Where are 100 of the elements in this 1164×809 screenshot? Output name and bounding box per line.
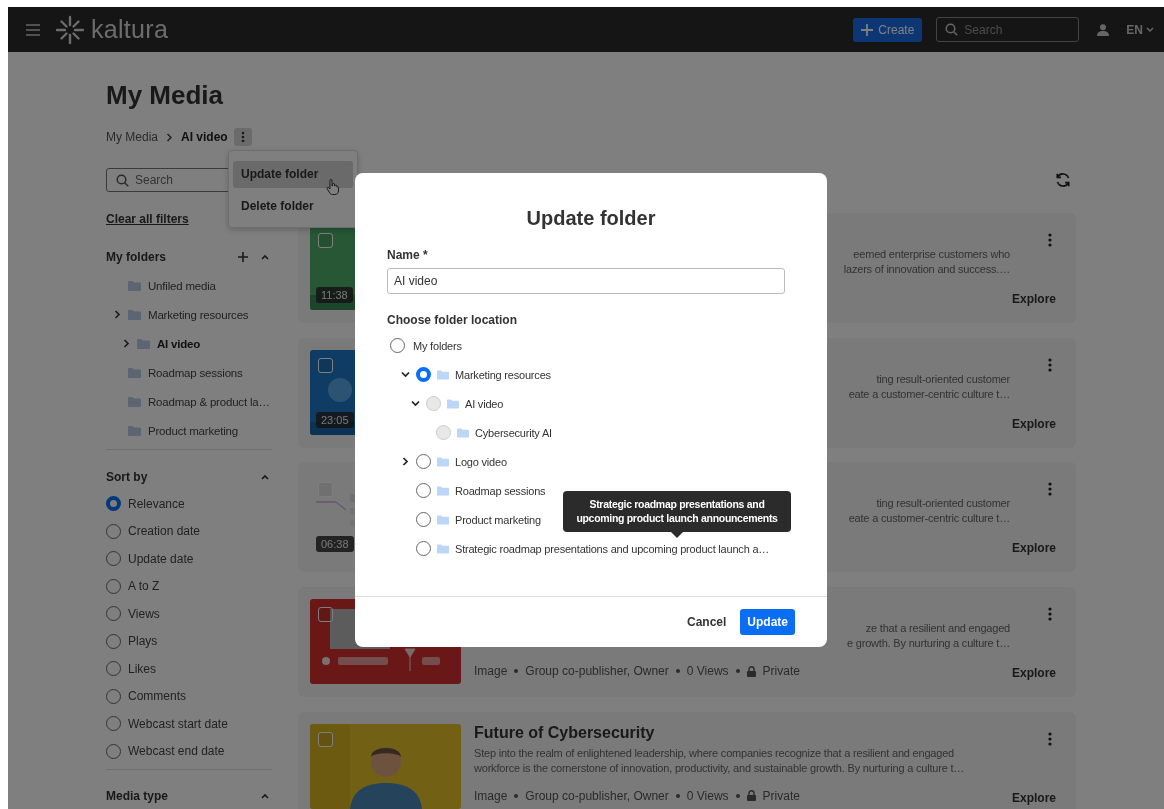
- media-type: Image: [474, 664, 508, 679]
- folder-option-label[interactable]: Product marketing: [455, 513, 541, 526]
- kebab-menu-icon[interactable]: [1048, 482, 1052, 497]
- collapse-icon[interactable]: [261, 793, 269, 799]
- radio-button[interactable]: [390, 338, 405, 353]
- folder-item[interactable]: Roadmap sessions: [106, 358, 272, 387]
- media-description: Step into the realm of enlightened leadership, where companies recognize that a resilient and engaged workforce is the cornerstone of innovation, productivity, and sustainable growth. By nurturing a culture t…: [474, 745, 965, 776]
- views-count: 0 Views: [686, 664, 729, 679]
- chevron-icon[interactable]: [400, 371, 410, 378]
- kebab-menu-icon[interactable]: [1048, 731, 1052, 746]
- update-button[interactable]: Update: [740, 609, 795, 635]
- duration-badge: 11:38: [316, 287, 353, 303]
- radio-button[interactable]: [416, 483, 431, 498]
- collapse-icon[interactable]: [261, 254, 269, 260]
- refresh-icon[interactable]: [1055, 172, 1071, 188]
- section-title: Media type: [106, 789, 168, 803]
- dot-separator: [514, 793, 519, 798]
- radio-button[interactable]: [106, 578, 121, 594]
- search-icon: [945, 23, 959, 36]
- folder-item[interactable]: Roadmap & product la…: [106, 387, 272, 416]
- folder-icon: [437, 369, 449, 380]
- folder-icon: [128, 280, 141, 291]
- folder-icon: [137, 338, 150, 349]
- add-icon[interactable]: [238, 252, 248, 262]
- radio-button[interactable]: [106, 606, 121, 622]
- language-button[interactable]: EN: [1126, 22, 1154, 37]
- chevron-icon: [166, 132, 173, 142]
- radio-button[interactable]: [106, 661, 121, 677]
- sort-option-label: Comments: [128, 689, 186, 704]
- media-roles: Group co-publisher, Owner: [525, 664, 669, 679]
- explore-link[interactable]: Explore: [1012, 666, 1056, 681]
- radio-button[interactable]: [416, 367, 431, 382]
- dot-separator: [735, 793, 740, 798]
- caret-icon: [1146, 26, 1154, 33]
- sort-option-label: Plays: [128, 634, 158, 649]
- menu-item[interactable]: Update folder: [233, 161, 353, 188]
- media-type: Image: [474, 788, 508, 803]
- dot-separator: [735, 669, 740, 674]
- radio-button[interactable]: [106, 633, 121, 649]
- folder-icon: [447, 398, 459, 409]
- kebab-menu-icon[interactable]: [1048, 233, 1052, 247]
- cancel-button[interactable]: Cancel: [684, 615, 729, 629]
- radio-button[interactable]: [416, 454, 431, 469]
- radio-button[interactable]: [416, 541, 431, 556]
- explore-link[interactable]: Explore: [1012, 292, 1056, 306]
- user-icon[interactable]: [1097, 23, 1110, 36]
- menu-item[interactable]: Delete folder: [233, 193, 353, 220]
- dot-separator: [514, 669, 519, 674]
- folder-option-label[interactable]: My folders: [413, 339, 462, 352]
- field-label: Choose folder location: [387, 312, 518, 328]
- collapse-icon[interactable]: [261, 474, 269, 480]
- folder-icon: [437, 485, 449, 496]
- folder-item[interactable]: Marketing resources: [106, 300, 272, 329]
- folder-option-label[interactable]: Roadmap sessions: [455, 484, 546, 497]
- sort-option-label: Creation date: [128, 524, 201, 539]
- folder-option-label[interactable]: Marketing resources: [455, 368, 551, 381]
- folder-icon: [437, 514, 449, 525]
- explore-link[interactable]: Explore: [1012, 416, 1056, 431]
- folder-item[interactable]: AI video: [106, 329, 272, 358]
- name-input[interactable]: AI video: [387, 268, 785, 294]
- radio-button[interactable]: [106, 743, 121, 759]
- breadcrumb-current: AI video: [181, 130, 228, 144]
- media-description: ze that a resilient and engaged e growth. By nurturing a culture t…: [847, 621, 1010, 652]
- sort-option-label: Update date: [128, 551, 194, 566]
- sort-option-label: Views: [128, 606, 160, 621]
- media-title[interactable]: Future of Cybersecurity: [474, 723, 655, 741]
- radio-button[interactable]: [106, 523, 121, 539]
- tooltip-pointer: [671, 532, 683, 538]
- kebab-menu-icon[interactable]: [233, 128, 252, 146]
- menu-icon[interactable]: [26, 23, 40, 36]
- dot-separator: [675, 669, 680, 674]
- kebab-menu-icon[interactable]: [1048, 607, 1052, 622]
- section-title: My folders: [106, 250, 166, 264]
- dot-separator: [675, 793, 680, 798]
- breadcrumb-link[interactable]: My Media: [106, 130, 158, 144]
- radio-button[interactable]: [106, 716, 121, 732]
- folder-item[interactable]: Unfiled media: [106, 271, 272, 300]
- radio-button[interactable]: [106, 496, 121, 512]
- folder-option-label[interactable]: Logo video: [455, 455, 507, 468]
- folder-icon: [457, 427, 469, 438]
- folder-icon: [128, 396, 141, 407]
- create-button[interactable]: Create: [853, 17, 923, 42]
- radio-button[interactable]: [106, 551, 121, 567]
- explore-link[interactable]: Explore: [1012, 790, 1056, 805]
- folder-option-label[interactable]: Strategic roadmap presentations and upcoming product launch a…: [455, 542, 770, 555]
- plus-icon: [861, 23, 874, 36]
- media-roles: Group co-publisher, Owner: [525, 788, 669, 803]
- page-title: My Media: [106, 80, 225, 110]
- sort-option-label: Likes: [128, 661, 156, 676]
- privacy-status: Private: [762, 664, 800, 679]
- chevron-icon[interactable]: [401, 457, 409, 466]
- explore-link[interactable]: Explore: [1012, 541, 1056, 556]
- radio-button[interactable]: [416, 512, 431, 527]
- radio-button[interactable]: [106, 688, 121, 704]
- lock-icon: [746, 665, 756, 677]
- folder-item[interactable]: Product marketing: [106, 416, 272, 445]
- logo-text: kaltura: [91, 15, 169, 44]
- kebab-menu-icon[interactable]: [1048, 357, 1052, 372]
- clear-filters-link[interactable]: Clear all filters: [106, 212, 189, 226]
- folder-icon: [128, 309, 141, 320]
